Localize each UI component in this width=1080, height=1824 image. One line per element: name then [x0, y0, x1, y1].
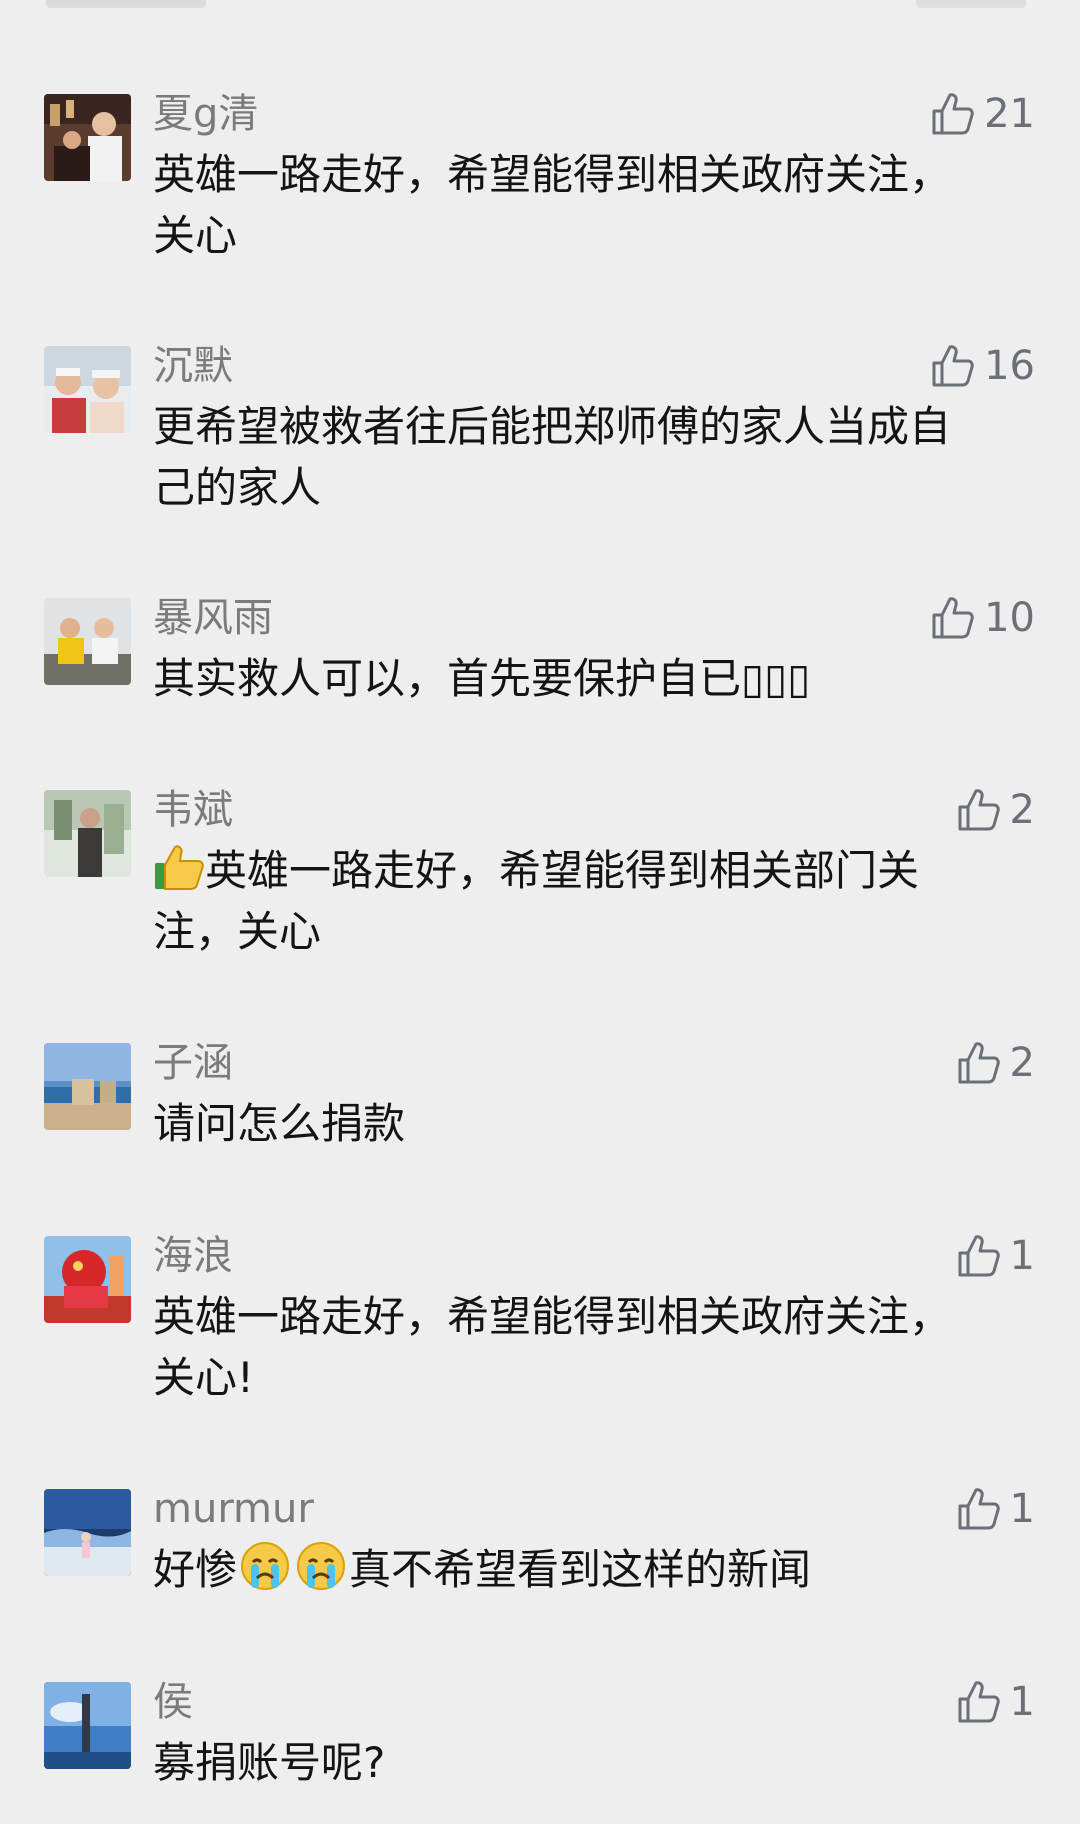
comment-text: 募捐账号呢? [153, 1738, 386, 1787]
comment-author[interactable]: 侯 [153, 1676, 193, 1728]
like-count: 16 [984, 343, 1035, 389]
comment-author[interactable]: murmur [153, 1483, 314, 1535]
thumbs-up-outline-icon [956, 1040, 1000, 1086]
like-count: 2 [1009, 787, 1035, 833]
comment-text: 其实救人可以，首先要保护自已▯▯▯ [153, 654, 811, 703]
thumbs-up-emoji [153, 841, 205, 893]
like-button[interactable]: 16 [930, 340, 1035, 392]
crying-face-emoji [239, 1540, 291, 1592]
comment-author[interactable]: 夏g清 [153, 88, 258, 140]
like-count: 1 [1009, 1679, 1035, 1725]
avatar[interactable] [44, 346, 131, 433]
thumbs-up-outline-icon [956, 787, 1000, 833]
like-button[interactable]: 21 [930, 88, 1035, 140]
like-count: 21 [984, 91, 1035, 137]
comment-text: 更希望被救者往后能把郑师傅的家人当成自 己的家人 [153, 402, 952, 512]
comment-text-body: 英雄一路走好，希望能得到相关部门关 注，关心 [153, 846, 920, 956]
comment-author[interactable]: 暴风雨 [153, 592, 273, 644]
like-button[interactable]: 10 [930, 592, 1035, 644]
comment-text: 好惨 真不希望看到这样的新闻 [153, 1539, 1013, 1600]
comment-text-after: 真不希望看到这样的新闻 [349, 1545, 812, 1594]
avatar[interactable] [44, 598, 131, 685]
comment-text: 英雄一路走好，希望能得到相关政府关注， 关心 [153, 150, 952, 260]
section-title-fragment [46, 0, 206, 8]
like-button[interactable]: 1 [956, 1230, 1035, 1282]
write-comment-fragment [916, 0, 1026, 8]
like-button[interactable]: 2 [956, 1037, 1035, 1089]
previous-header-cut-off [0, 0, 1080, 22]
like-count: 10 [984, 595, 1035, 641]
comment-text: 英雄一路走好，希望能得到相关政府关注， 关心! [153, 1292, 952, 1402]
thumbs-up-outline-icon [930, 91, 974, 137]
comment-author[interactable]: 韦斌 [153, 784, 233, 836]
like-count: 1 [1009, 1233, 1035, 1279]
like-button[interactable]: 1 [956, 1676, 1035, 1728]
comment-text-before: 好惨 [153, 1545, 238, 1594]
like-count: 2 [1009, 1040, 1035, 1086]
thumbs-up-outline-icon [956, 1679, 1000, 1725]
comment-author[interactable]: 海浪 [153, 1230, 233, 1282]
comment-text: 英雄一路走好，希望能得到相关部门关 注，关心 [153, 840, 1013, 962]
avatar[interactable] [44, 790, 131, 877]
avatar[interactable] [44, 94, 131, 181]
thumbs-up-outline-icon [956, 1233, 1000, 1279]
crying-face-emoji [295, 1540, 347, 1592]
like-button[interactable]: 2 [956, 784, 1035, 836]
like-button[interactable]: 1 [956, 1483, 1035, 1535]
avatar[interactable] [44, 1236, 131, 1323]
comments-page: 夏g清 21 英雄一路走好，希望能得到相关政府关注， 关心 沉默 16 更希望被… [0, 0, 1080, 1824]
thumbs-up-outline-icon [930, 595, 974, 641]
comment-author[interactable]: 沉默 [153, 340, 233, 392]
like-count: 1 [1009, 1486, 1035, 1532]
avatar[interactable] [44, 1682, 131, 1769]
avatar[interactable] [44, 1489, 131, 1576]
thumbs-up-outline-icon [956, 1486, 1000, 1532]
thumbs-up-outline-icon [930, 343, 974, 389]
avatar[interactable] [44, 1043, 131, 1130]
comment-author[interactable]: 子涵 [153, 1037, 233, 1089]
comment-text: 请问怎么捐款 [153, 1099, 406, 1148]
